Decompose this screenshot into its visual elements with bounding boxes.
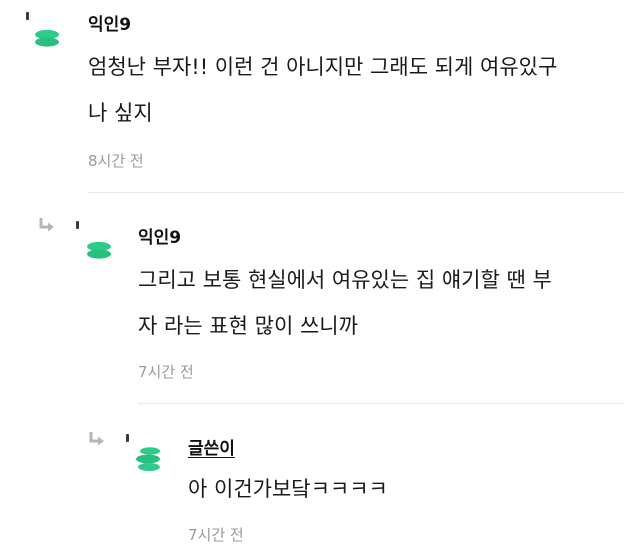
comment-item: 글쓴이 아 이건가보닼ㅋㅋㅋㅋ 7시간 전 [0, 404, 640, 559]
comment-timestamp: 7시간 전 [138, 363, 194, 381]
comment-author[interactable]: 익인9 [138, 223, 181, 248]
comment-item: 익인9 그리고 보통 현실에서 여유있는 집 얘기할 땐 부 자 라는 표현 많… [0, 193, 640, 404]
comment-marker-icon [126, 434, 129, 442]
comment-timestamp: 7시간 전 [188, 526, 244, 544]
comment-body-line: 자 라는 표현 많이 쓰니까 [138, 314, 358, 338]
comment-body-line: 나 싶지 [88, 101, 153, 125]
reply-arrow-icon [89, 432, 104, 446]
leaf-avatar-icon [87, 241, 111, 259]
comment-item: 익인9 엄청난 부자!! 이런 건 아니지만 그래도 되게 여유있구 나 싶지 … [0, 0, 640, 193]
leaf-avatar-icon [35, 29, 59, 47]
reply-arrow-icon [39, 218, 54, 232]
comment-marker-icon [76, 221, 79, 229]
comment-body-line: 엄청난 부자!! 이런 건 아니지만 그래도 되게 여유있구 [88, 55, 558, 79]
comment-timestamp: 8시간 전 [88, 152, 144, 170]
leaf-avatar-icon [136, 447, 160, 471]
comment-author-op[interactable]: 글쓴이 [188, 434, 235, 459]
comment-author[interactable]: 익인9 [88, 10, 131, 35]
comment-body-line: 그리고 보통 현실에서 여유있는 집 얘기할 땐 부 [138, 268, 552, 292]
comment-body-line: 아 이건가보닼ㅋㅋㅋㅋ [188, 477, 388, 501]
comment-marker-icon [26, 12, 29, 20]
